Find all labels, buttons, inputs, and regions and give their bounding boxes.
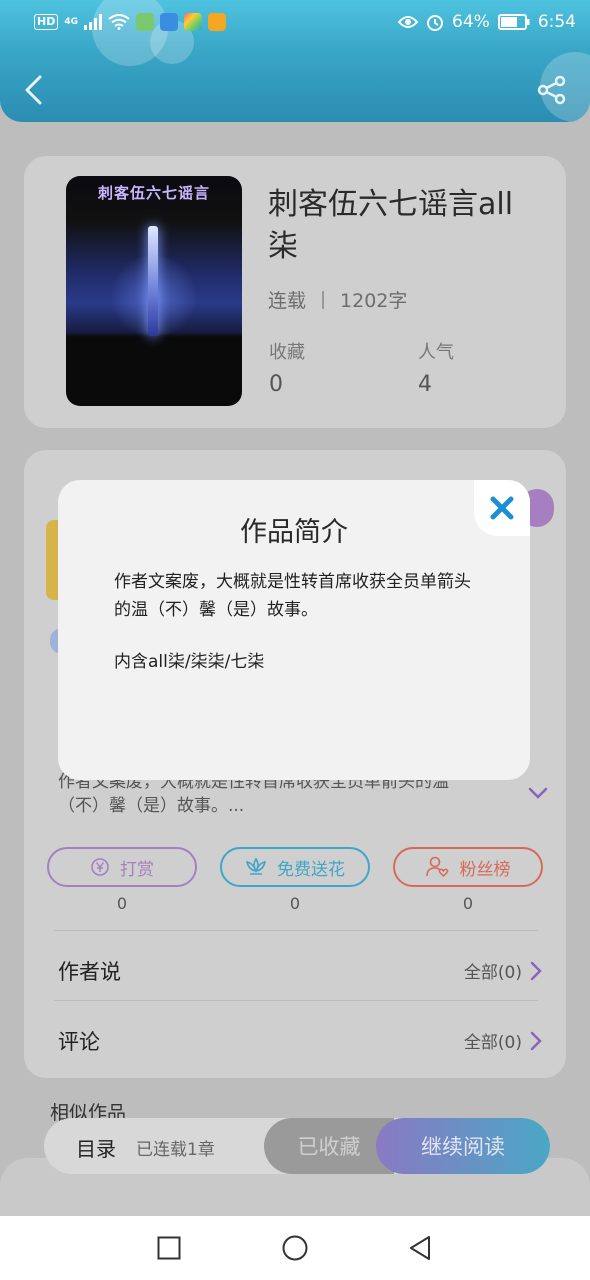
intro-modal: 作品简介 作者文案废，大概就是性转首席收获全员单箭头的温（不）馨（是）故事。 内… — [58, 480, 530, 780]
eye-icon — [398, 16, 419, 28]
cover-title: 刺客伍六七谣言 — [97, 184, 210, 202]
chapter-count: 已连载1章 — [136, 1140, 215, 1160]
modal-title: 作品简介 — [240, 517, 348, 548]
tip-count: 0 — [116, 894, 128, 913]
expand-chevron-icon[interactable] — [528, 786, 548, 800]
author-notes-all: 全部(0) — [463, 963, 522, 983]
continue-reading-button[interactable]: 继续阅读 — [376, 1118, 550, 1174]
book-cover[interactable]: 刺客伍六七谣言 — [66, 176, 242, 406]
popularity-value: 4 — [418, 372, 432, 397]
top-nav — [0, 60, 590, 120]
battery-percent: 64% — [452, 12, 490, 32]
system-nav-bar — [0, 1216, 590, 1280]
book-status: 连载 — [268, 290, 307, 312]
tip-label: 打赏 — [120, 859, 154, 880]
book-meta: 连载 1202字 — [268, 286, 407, 313]
modal-description: 作者文案废，大概就是性转首席收获全员单箭头的温（不）馨（是）故事。 — [114, 572, 471, 620]
send-flower-label: 免费送花 — [277, 859, 345, 880]
favorites-value: 0 — [269, 372, 283, 397]
app-notification-icon — [160, 13, 178, 31]
cover-sword — [148, 226, 158, 336]
comments-all: 全部(0) — [463, 1033, 522, 1053]
recent-apps-icon[interactable] — [157, 1236, 181, 1260]
share-icon[interactable] — [536, 74, 568, 106]
divider — [54, 930, 538, 931]
signal-icon — [84, 14, 102, 30]
flower-icon — [245, 857, 267, 875]
status-bar: HD 4G 64% 6:54 — [0, 0, 590, 44]
app-notification-icon — [184, 13, 202, 31]
intro-preview-line2: （不）馨（是）故事。... — [58, 796, 245, 816]
favorites-label: 收藏 — [269, 342, 305, 363]
comments-label: 评论 — [58, 1030, 100, 1054]
hd-badge: HD — [34, 14, 59, 30]
author-notes-label: 作者说 — [58, 960, 121, 984]
bottom-action-bar: 目录 已连载1章 已收藏 继续阅读 — [44, 1118, 550, 1174]
send-flower-button[interactable]: 免费送花 — [220, 847, 370, 887]
popularity-label: 人气 — [418, 342, 454, 363]
fan-ranking-label: 粉丝榜 — [459, 859, 511, 880]
back-triangle-icon[interactable] — [408, 1235, 432, 1261]
fan-ranking-button[interactable]: 粉丝榜 — [393, 847, 543, 887]
chevron-right-icon — [530, 961, 542, 980]
book-title: 刺客伍六七谣言all柒 — [268, 187, 514, 264]
author-notes-link[interactable]: 全部(0) — [464, 958, 542, 983]
battery-icon — [497, 14, 530, 30]
fan-count: 0 — [462, 894, 474, 913]
header: HD 4G 64% 6:54 — [0, 0, 590, 122]
meta-divider — [322, 290, 325, 309]
divider — [54, 1000, 538, 1001]
user-heart-icon — [425, 856, 448, 878]
clock-time: 6:54 — [537, 12, 576, 32]
app-notification-icon — [208, 13, 226, 31]
home-icon[interactable] — [282, 1235, 308, 1261]
flower-count: 0 — [289, 894, 301, 913]
yen-coin-icon — [91, 858, 109, 876]
wifi-icon — [108, 14, 130, 30]
app-notification-icon — [136, 13, 154, 31]
toc-button[interactable]: 目录 — [76, 1133, 116, 1162]
alarm-icon — [427, 15, 444, 31]
back-arrow-icon[interactable] — [20, 74, 46, 106]
modal-tags: 内含all柒/柒柒/七柒 — [114, 652, 265, 672]
collected-button[interactable]: 已收藏 — [264, 1118, 394, 1174]
chevron-right-icon — [530, 1031, 542, 1050]
tip-button[interactable]: 打赏 — [47, 847, 197, 887]
comments-link[interactable]: 全部(0) — [464, 1028, 542, 1053]
network-type: 4G — [64, 16, 78, 27]
word-count: 1202字 — [340, 290, 408, 312]
